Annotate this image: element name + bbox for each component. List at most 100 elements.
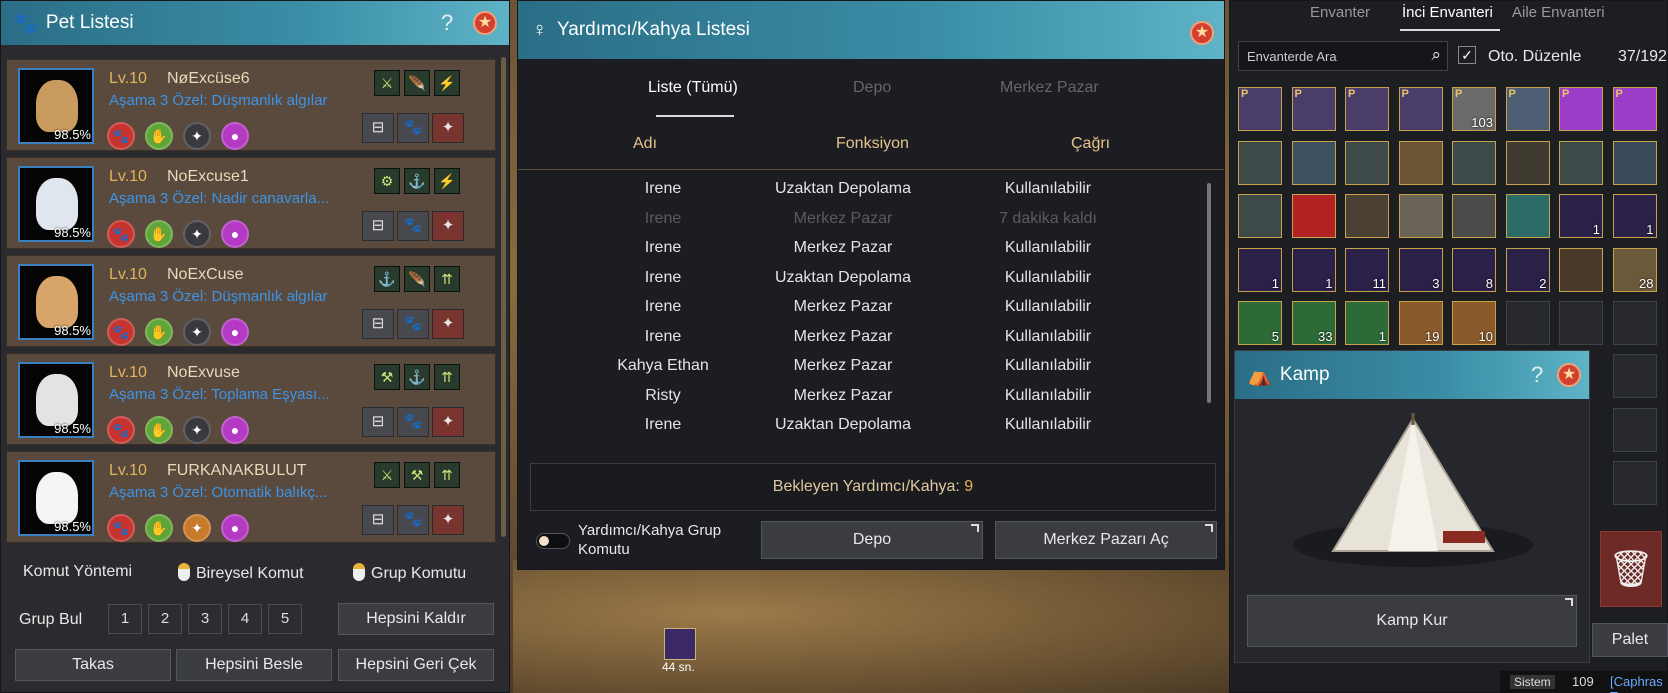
pet-card[interactable]: 98.5% Lv.10 NoExvuse Aşama 3 Özel: Topla… [6,353,496,445]
pet-run-icon[interactable]: 🐾 [107,416,135,444]
inventory-slot-empty[interactable] [1505,301,1550,345]
inventory-item[interactable]: 8 [1452,247,1496,292]
tab-storage[interactable]: Depo [853,79,891,97]
inventory-item[interactable]: 1 [1291,247,1336,292]
inventory-item[interactable] [1291,194,1336,238]
pet-release-icon[interactable]: ✦ [432,309,464,339]
trade-button[interactable]: Takas [15,649,171,681]
pet-run-icon[interactable]: 🐾 [107,122,135,150]
pet-card[interactable]: 98.5% Lv.10 NoExcuse1 Aşama 3 Özel: Nadi… [6,157,496,249]
pet-list-scrollbar[interactable] [501,57,506,537]
setup-camp-button[interactable]: Kamp Kur [1247,595,1577,647]
individual-command-option[interactable]: Bireysel Komut [178,563,304,583]
inventory-slot-empty[interactable] [1612,407,1657,452]
inventory-item[interactable] [1345,140,1389,185]
help-icon[interactable]: ? [441,10,453,36]
helper-row[interactable]: Irene Merkez Pazar Kullanılabilir [518,293,1198,321]
helper-row[interactable]: Risty Merkez Pazar Kullanılabilir [518,382,1198,410]
pet-compass-icon[interactable]: ✦ [183,122,211,150]
pet-hand-icon[interactable]: ✋ [145,416,173,444]
pet-hand-icon[interactable]: ✋ [145,220,173,248]
tab-inventory[interactable]: Envanter [1310,4,1370,21]
group-2-button[interactable]: 2 [148,604,182,634]
inventory-item[interactable]: 5 [1238,301,1282,345]
recall-all-button[interactable]: Hepsini Geri Çek [338,649,494,681]
inventory-item[interactable]: 2 [1505,247,1550,292]
pet-feed-icon[interactable]: ⊟ [362,211,394,241]
pet-compass-icon[interactable]: ✦ [183,416,211,444]
inventory-item[interactable]: 19 [1398,301,1443,345]
pet-paw-icon[interactable]: 🐾 [397,309,429,339]
pet-feed-icon[interactable]: ⊟ [362,505,394,535]
pet-release-icon[interactable]: ✦ [432,113,464,143]
feed-all-button[interactable]: Hepsini Besle [176,649,332,681]
search-icon[interactable]: ⌕ [1431,45,1441,65]
pet-bag-icon[interactable]: ● [221,122,249,150]
pet-paw-icon[interactable]: 🐾 [397,113,429,143]
inventory-slot-empty[interactable] [1559,301,1603,345]
open-market-button[interactable]: Merkez Pazarı Aç [995,521,1217,559]
pet-card[interactable]: 98.5% Lv.10 NoExCuse Aşama 3 Özel: Düşma… [6,255,496,347]
buff-crystal-icon[interactable] [664,628,696,660]
inventory-item[interactable]: 3 [1398,247,1443,292]
inventory-item[interactable]: 1 [1559,194,1603,238]
inventory-item[interactable] [1238,194,1282,238]
inventory-item[interactable] [1452,194,1496,238]
pet-paw-icon[interactable]: 🐾 [397,211,429,241]
inventory-item[interactable]: P 103 [1452,87,1496,131]
group-5-button[interactable]: 5 [268,604,302,634]
helper-list-scrollbar[interactable] [1207,183,1211,403]
favorite-star-icon[interactable]: ★ [473,11,497,35]
palette-button[interactable]: Palet [1592,623,1668,657]
camp-titlebar[interactable]: ⛺ Kamp ? ★ [1235,351,1589,399]
pet-list-titlebar[interactable]: 🐾 Pet Listesi ? ★ [1,1,509,45]
inventory-item[interactable] [1398,194,1443,238]
inventory-item[interactable]: 1 [1238,247,1282,292]
pet-bag-icon[interactable]: ● [221,220,249,248]
inventory-slot-empty[interactable] [1612,461,1657,505]
pet-bag-icon[interactable]: ● [221,514,249,542]
tab-family-inventory[interactable]: Aile Envanteri [1512,4,1605,21]
inventory-item[interactable]: 28 [1612,247,1657,292]
inventory-item[interactable]: P [1238,87,1282,131]
inventory-item[interactable]: 33 [1291,301,1336,345]
inventory-item[interactable] [1291,140,1336,185]
tab-pearl-inventory[interactable]: İnci Envanteri [1402,4,1493,21]
inventory-item[interactable] [1238,140,1282,185]
pet-card[interactable]: 98.5% Lv.10 FURKANAKBULUT Aşama 3 Özel: … [6,451,496,543]
pet-compass-icon[interactable]: ✦ [183,318,211,346]
delete-trash-button[interactable]: 🗑 [1600,531,1662,607]
tab-list-all[interactable]: Liste (Tümü) [648,79,738,97]
inventory-item[interactable] [1559,140,1603,185]
storage-button[interactable]: Depo [761,521,983,559]
pet-paw-icon[interactable]: 🐾 [397,407,429,437]
inventory-slot-empty[interactable] [1612,354,1657,398]
inventory-item[interactable]: 1 [1345,301,1389,345]
pet-bag-icon[interactable]: ● [221,416,249,444]
group-1-button[interactable]: 1 [108,604,142,634]
pet-run-icon[interactable]: 🐾 [107,514,135,542]
pet-compass-icon[interactable]: ✦ [183,514,211,542]
inventory-item[interactable] [1452,140,1496,185]
helper-row[interactable]: Irene Uzaktan Depolama Kullanılabilir [518,175,1198,203]
pet-bag-icon[interactable]: ● [221,318,249,346]
inventory-item[interactable]: P [1291,87,1336,131]
pet-run-icon[interactable]: 🐾 [107,220,135,248]
inventory-item[interactable]: 10 [1452,301,1496,345]
pet-compass-icon[interactable]: ✦ [183,220,211,248]
inventory-item[interactable] [1505,140,1550,185]
inventory-item[interactable] [1559,247,1603,292]
pet-feed-icon[interactable]: ⊟ [362,309,394,339]
group-command-option[interactable]: Grup Komutu [353,563,466,583]
inventory-item[interactable]: P [1612,87,1657,131]
group-command-toggle[interactable] [536,533,570,549]
pet-hand-icon[interactable]: ✋ [145,122,173,150]
helper-row[interactable]: Irene Merkez Pazar 7 dakika kaldı [518,205,1198,233]
inventory-item[interactable]: P [1559,87,1603,131]
auto-sort-checkbox[interactable]: ✓ [1458,46,1476,64]
pet-paw-icon[interactable]: 🐾 [397,505,429,535]
pet-release-icon[interactable]: ✦ [432,211,464,241]
helper-row[interactable]: Irene Uzaktan Depolama Kullanılabilir [518,264,1198,292]
inventory-item[interactable] [1345,194,1389,238]
group-4-button[interactable]: 4 [228,604,262,634]
